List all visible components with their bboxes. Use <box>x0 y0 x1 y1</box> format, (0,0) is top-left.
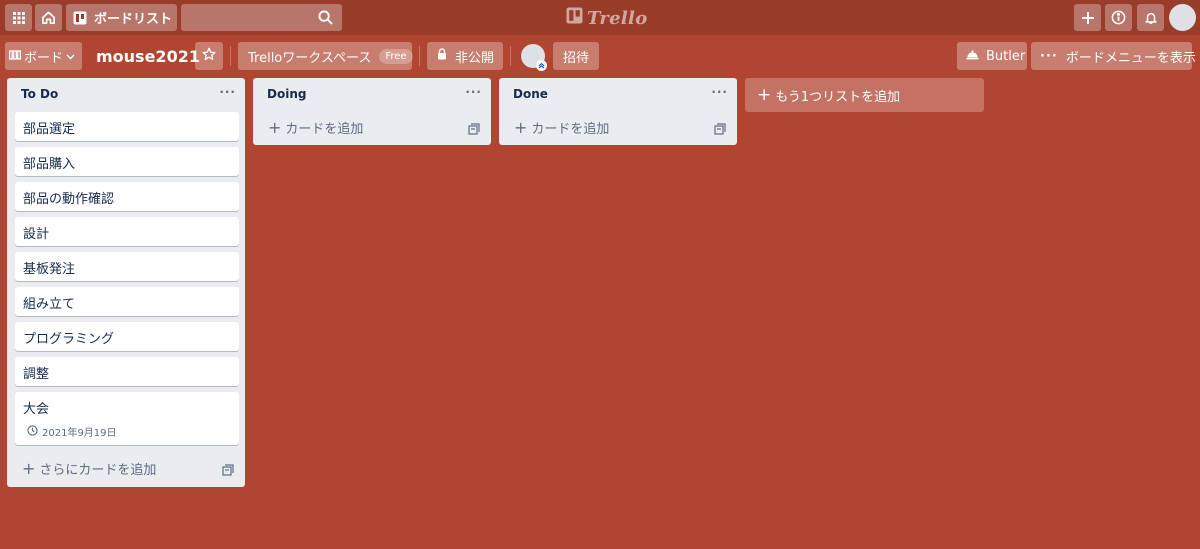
workspace-label: Trelloワークスペース <box>248 50 372 66</box>
card-template-icon[interactable] <box>714 120 726 139</box>
boards-label: ボードリスト <box>94 12 173 27</box>
lock-icon <box>437 48 447 64</box>
brand-name: Trello <box>587 7 648 29</box>
divider <box>230 46 231 66</box>
card[interactable]: 部品の動作確認 <box>15 182 239 211</box>
create-button[interactable] <box>1074 4 1101 31</box>
plus-icon: + <box>514 117 528 137</box>
card-title: 部品の動作確認 <box>23 192 115 207</box>
trello-logo-icon <box>566 7 583 29</box>
plus-icon: + <box>757 84 772 105</box>
due-date: 2021年9月19日 <box>42 428 117 439</box>
card-title: 設計 <box>23 227 50 242</box>
more-icon: ··· <box>1040 48 1058 64</box>
add-card-button[interactable]: + カードを追加 <box>514 118 609 137</box>
visibility-button[interactable]: 非公開 <box>427 42 503 70</box>
butler-button[interactable]: Butler <box>957 42 1027 70</box>
board-menu-button[interactable]: ··· ボードメニューを表示 <box>1031 42 1196 70</box>
bell-icon <box>1144 11 1158 25</box>
home-icon <box>41 10 56 25</box>
member-avatar[interactable] <box>521 44 547 71</box>
due-date-badge[interactable]: 2021年9月19日 <box>23 424 231 439</box>
card[interactable]: 部品購入 <box>15 147 239 176</box>
user-avatar[interactable] <box>1169 4 1196 31</box>
list-todo: To Do ··· 部品選定 部品購入 部品の動作確認 設計 基板発注 組み立て… <box>7 78 245 487</box>
add-card-button[interactable]: + さらにカードを追加 <box>22 459 156 478</box>
card-title: 組み立て <box>23 297 76 312</box>
info-button[interactable] <box>1105 4 1132 31</box>
apps-button[interactable] <box>5 4 32 31</box>
card[interactable]: 組み立て <box>15 287 239 316</box>
plus-icon: + <box>268 117 282 137</box>
visibility-label: 非公開 <box>455 50 495 66</box>
workspace-button[interactable]: Trelloワークスペース Free <box>238 42 413 70</box>
card[interactable]: プログラミング <box>15 322 239 351</box>
butler-icon <box>966 49 979 64</box>
chevrons-up-icon <box>536 60 547 71</box>
free-badge: Free <box>379 48 413 64</box>
card-title: 部品購入 <box>23 157 76 172</box>
add-card-label: カードを追加 <box>531 122 610 137</box>
card-title: 調整 <box>23 367 50 382</box>
board-title[interactable]: mouse2021 <box>96 45 200 69</box>
list-title[interactable]: To Do <box>21 87 58 101</box>
card[interactable]: 大会 2021年9月19日 <box>15 392 239 445</box>
list-title[interactable]: Done <box>513 87 548 101</box>
card-title: 基板発注 <box>23 262 76 277</box>
card[interactable]: 調整 <box>15 357 239 386</box>
notifications-button[interactable] <box>1137 4 1164 31</box>
list-menu-icon[interactable]: ··· <box>711 85 728 99</box>
list-title[interactable]: Doing <box>267 87 306 101</box>
star-icon <box>202 47 216 65</box>
add-card-label: さらにカードを追加 <box>39 463 157 478</box>
add-card-button[interactable]: + カードを追加 <box>268 118 363 137</box>
list-doing: Doing ··· + カードを追加 <box>253 78 491 145</box>
divider <box>510 46 511 66</box>
add-list-button[interactable]: + もう1つリストを追加 <box>745 78 984 112</box>
list-menu-icon[interactable]: ··· <box>219 85 236 99</box>
board-icon <box>73 11 87 25</box>
list-done: Done ··· + カードを追加 <box>499 78 737 145</box>
view-switcher-label: ボード <box>24 50 64 66</box>
info-icon <box>1111 10 1126 25</box>
card-template-icon[interactable] <box>222 461 234 480</box>
invite-button[interactable]: 招待 <box>553 42 599 70</box>
view-switcher-button[interactable]: ボード <box>5 42 82 70</box>
card-title: 大会 <box>23 402 50 417</box>
card-template-icon[interactable] <box>468 120 480 139</box>
trello-logo[interactable]: Trello <box>566 6 648 30</box>
card-title: 部品選定 <box>23 122 76 137</box>
invite-label: 招待 <box>562 50 589 66</box>
divider <box>419 46 420 66</box>
chevron-down-icon <box>66 49 75 64</box>
clock-icon <box>27 424 38 439</box>
list-menu-icon[interactable]: ··· <box>465 85 482 99</box>
add-card-label: カードを追加 <box>285 122 364 137</box>
star-button[interactable] <box>195 42 223 70</box>
boards-button[interactable]: ボードリスト <box>66 4 177 31</box>
plus-icon <box>1081 11 1095 25</box>
board-menu-label: ボードメニューを表示 <box>1065 50 1196 66</box>
search-input[interactable] <box>181 4 342 31</box>
card[interactable]: 基板発注 <box>15 252 239 281</box>
top-header: ボードリスト Trello <box>0 0 1200 35</box>
card-title: プログラミング <box>23 332 115 347</box>
grid-icon <box>12 11 26 25</box>
add-list-label: もう1つリストを追加 <box>775 89 901 105</box>
board-view-icon <box>9 49 21 64</box>
butler-label: Butler <box>986 48 1026 64</box>
plus-icon: + <box>22 458 36 478</box>
card[interactable]: 設計 <box>15 217 239 246</box>
card[interactable]: 部品選定 <box>15 112 239 141</box>
search-icon <box>318 10 333 29</box>
home-button[interactable] <box>35 4 62 31</box>
